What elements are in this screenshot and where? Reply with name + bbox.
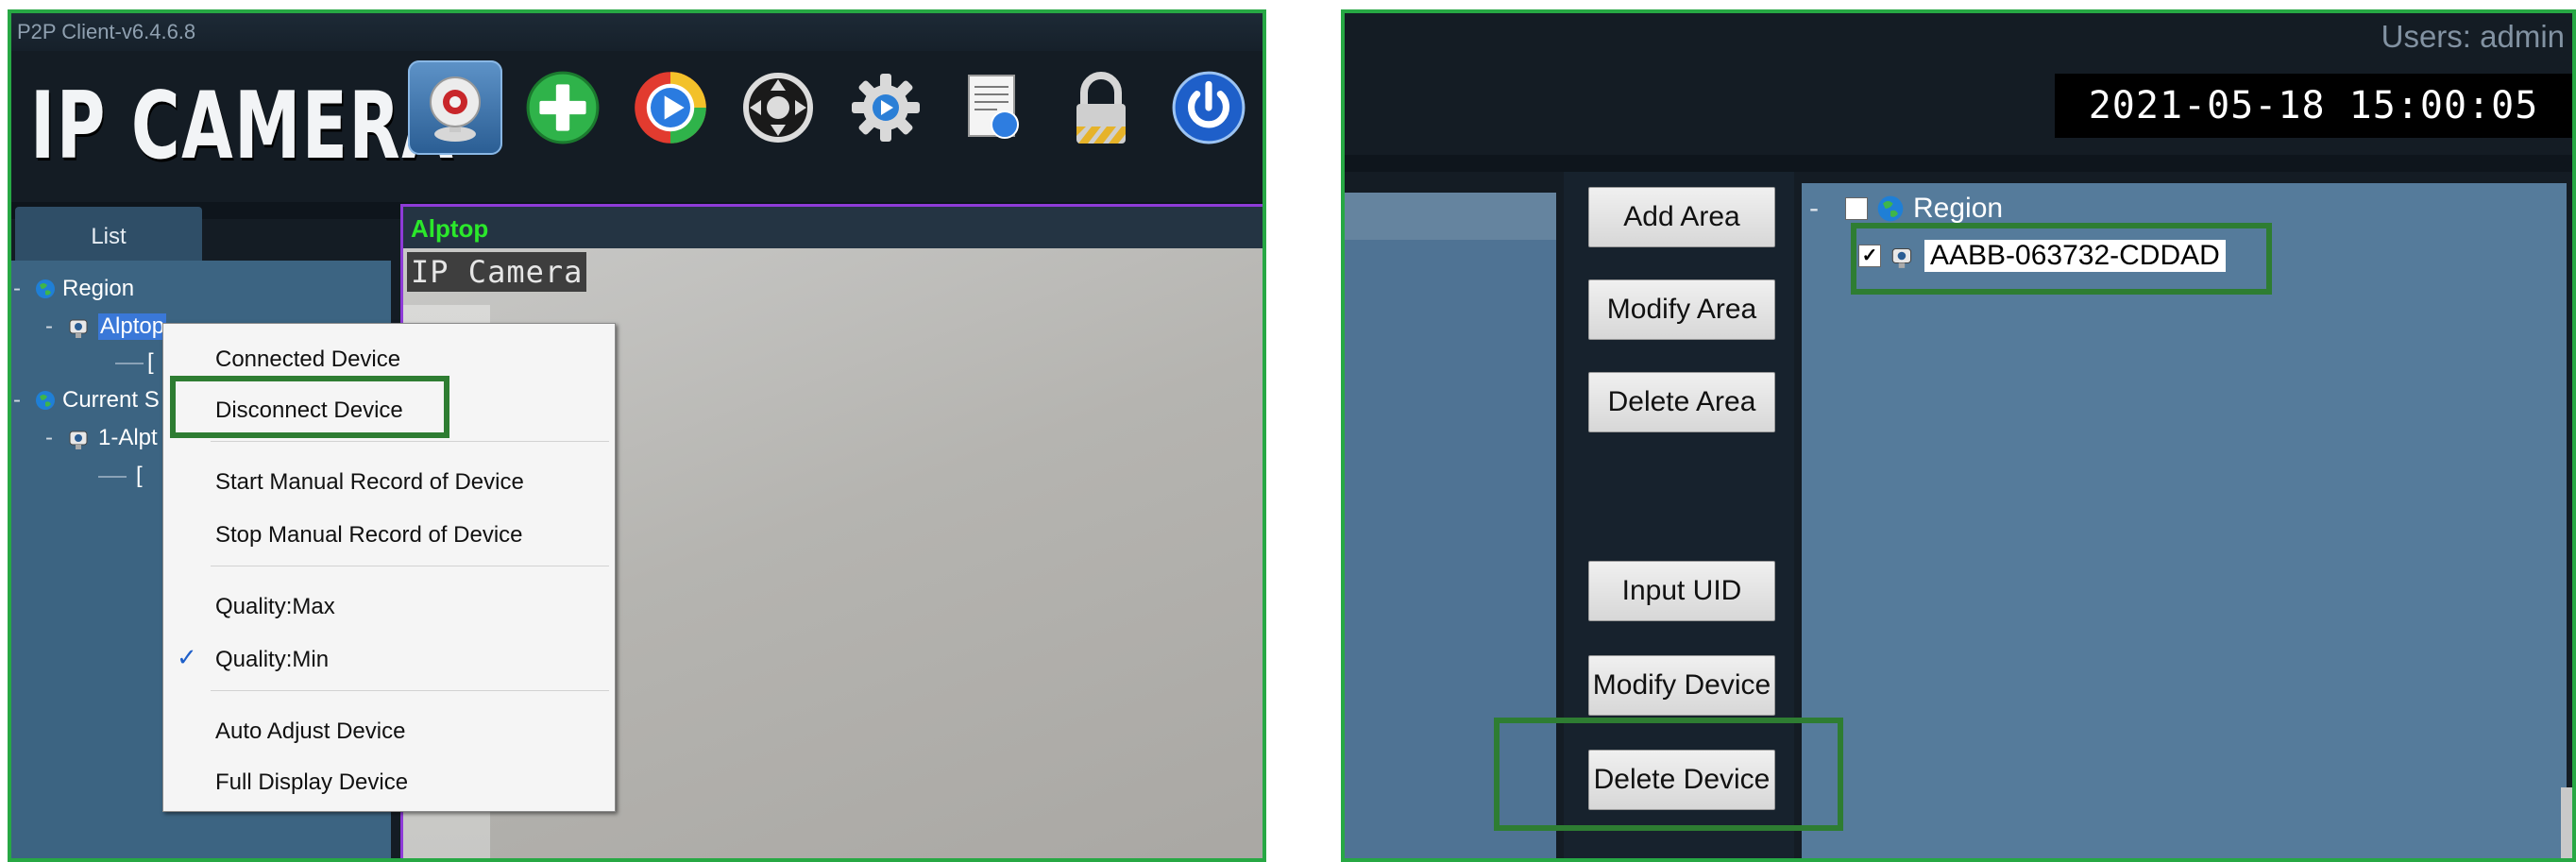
tree-expander[interactable]: -	[45, 313, 60, 340]
menu-separator	[211, 690, 609, 691]
highlight-delete-device	[1494, 718, 1843, 831]
highlight-disconnect-device	[170, 376, 449, 438]
brand-logo: IP CAMERA	[30, 73, 455, 180]
datetime-display: 2021-05-18 15:00:05	[2055, 74, 2572, 138]
window-title: P2P Client-v6.4.6.8	[11, 13, 1263, 51]
input-uid-button[interactable]: Input UID	[1588, 561, 1775, 621]
playback-icon	[635, 72, 706, 144]
check-icon: ✓	[177, 643, 197, 671]
ptz-button[interactable]	[731, 60, 825, 155]
menu-item-start-manual-record[interactable]: Start Manual Record of Device	[215, 469, 524, 496]
tree-item-channel2[interactable]: [	[136, 463, 143, 489]
camera-device-icon	[69, 319, 88, 338]
lock-icon	[1076, 72, 1126, 144]
globe-icon	[1877, 195, 1904, 222]
area-list-header	[1345, 193, 1556, 240]
playback-button[interactable]	[623, 60, 718, 155]
menu-separator	[211, 441, 609, 442]
tree-label-device2: 1-Alpt	[98, 425, 158, 450]
add-device-button[interactable]	[516, 60, 610, 155]
p2p-client-window: P2P Client-v6.4.6.8 IP CAMERA List - Reg…	[8, 9, 1266, 862]
tree-item-region-root[interactable]: - Region	[1809, 193, 2003, 225]
globe-icon	[36, 279, 55, 298]
tree-item-current[interactable]: - Current S	[13, 387, 160, 414]
header-separator	[1345, 155, 2572, 172]
tree-item-region[interactable]: - Region	[13, 276, 134, 302]
tree-connector	[115, 363, 144, 364]
webcam-icon	[430, 76, 481, 142]
menu-item-quality-min[interactable]: Quality:Min	[215, 647, 329, 673]
highlight-device-uid	[1851, 223, 2272, 295]
add-icon	[526, 71, 600, 144]
region-checkbox[interactable]	[1845, 197, 1868, 220]
menu-item-quality-max[interactable]: Quality:Max	[215, 594, 335, 620]
device-manager-window: Users: admin 2021-05-18 15:00:05 Add Are…	[1341, 9, 2576, 862]
scrollbar[interactable]	[2561, 787, 2572, 858]
settings-icon	[852, 74, 920, 142]
video-header: Alptop	[403, 207, 1263, 248]
settings-button[interactable]	[839, 60, 933, 155]
lock-button[interactable]	[1054, 60, 1148, 155]
tree-label-channel2: [	[136, 463, 143, 488]
log-icon	[968, 75, 1019, 139]
camera-overlay-label: IP Camera	[407, 252, 587, 292]
modify-area-button[interactable]: Modify Area	[1588, 279, 1775, 340]
globe-icon	[36, 391, 55, 410]
menu-item-stop-manual-record[interactable]: Stop Manual Record of Device	[215, 522, 523, 549]
tree-connector	[98, 476, 127, 478]
tree-item-device2[interactable]: - 1-Alpt	[45, 425, 158, 451]
tree-label-region-root: Region	[1913, 193, 2004, 224]
menu-item-auto-adjust[interactable]: Auto Adjust Device	[215, 718, 405, 745]
delete-area-button[interactable]: Delete Area	[1588, 372, 1775, 432]
ptz-icon	[743, 73, 813, 143]
main-toolbar	[408, 60, 1256, 155]
tree-expander[interactable]: -	[13, 276, 28, 302]
menu-item-connected-device[interactable]: Connected Device	[215, 346, 400, 373]
tab-list[interactable]: List	[15, 207, 202, 263]
tree-label-channel: [	[147, 349, 154, 375]
tree-expander[interactable]: -	[13, 387, 28, 414]
power-icon	[1172, 71, 1246, 144]
tree-expander[interactable]: -	[45, 425, 60, 451]
camera-device-icon	[69, 431, 88, 449]
tree-item-channel[interactable]: [	[147, 349, 154, 376]
tree-label-region: Region	[62, 276, 135, 301]
tree-expander[interactable]: -	[1809, 193, 1838, 225]
modify-device-button[interactable]: Modify Device	[1588, 655, 1775, 716]
webcam-button[interactable]	[408, 60, 502, 155]
tree-label-device: Alptop	[98, 313, 167, 340]
tree-label-current: Current S	[62, 387, 160, 413]
tree-item-device[interactable]: - Alptop	[45, 313, 167, 340]
current-user-label: Users: admin	[2381, 19, 2565, 54]
menu-item-full-display[interactable]: Full Display Device	[215, 769, 408, 796]
log-button[interactable]	[946, 60, 1041, 155]
power-button[interactable]	[1161, 60, 1256, 155]
add-area-button[interactable]: Add Area	[1588, 187, 1775, 247]
